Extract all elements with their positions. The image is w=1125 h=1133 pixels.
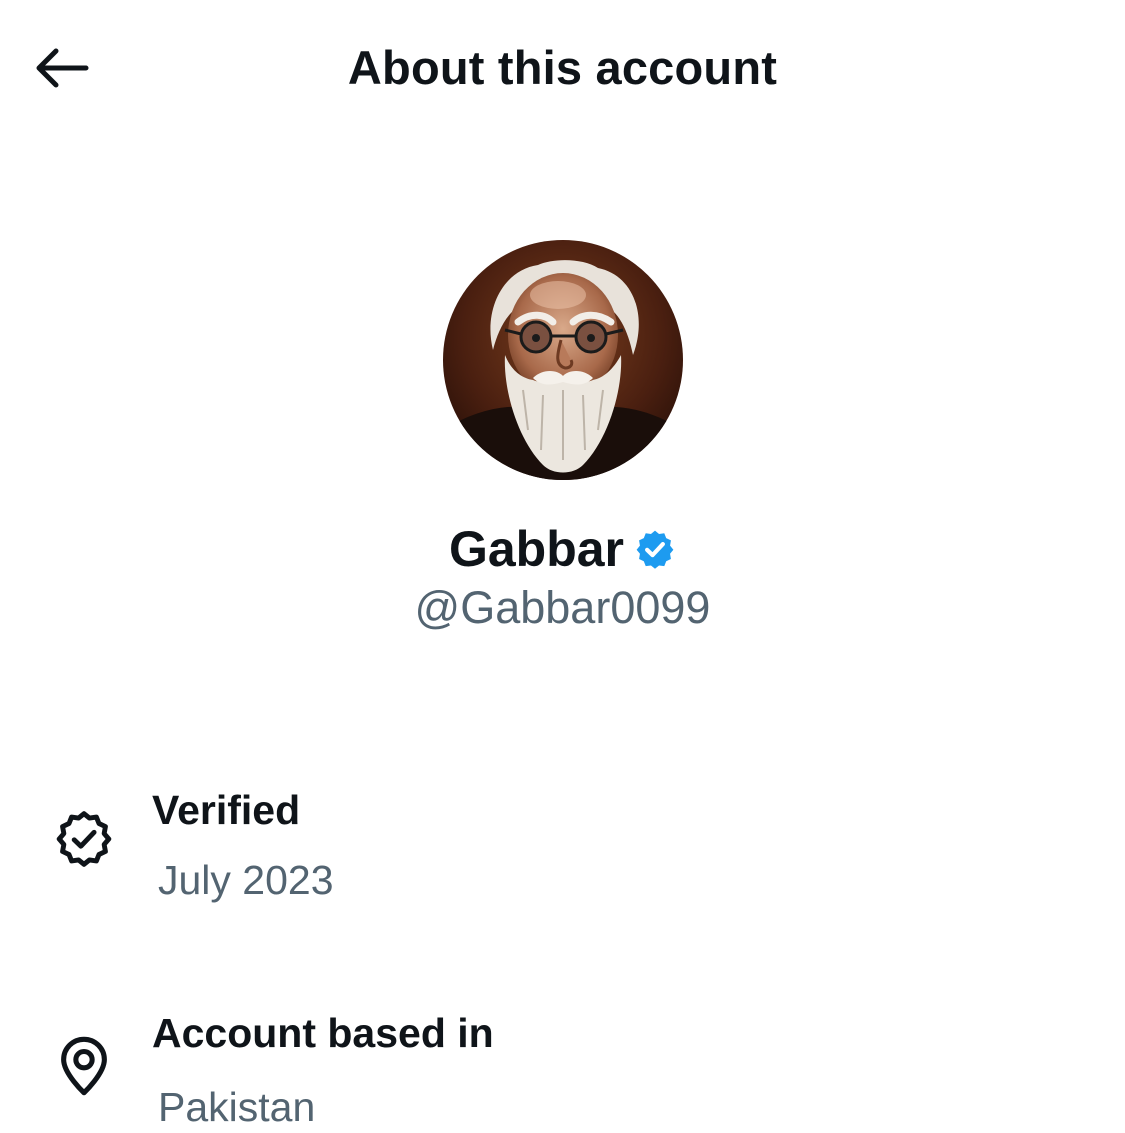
page-title: About this account bbox=[347, 41, 778, 94]
name-row: Gabbar bbox=[0, 517, 1125, 581]
verified-label: Verified bbox=[152, 787, 301, 833]
verified-info-row: Verified July 2023 bbox=[0, 780, 1125, 930]
location-pin-icon bbox=[50, 1032, 118, 1100]
avatar-image bbox=[443, 240, 683, 480]
avatar[interactable] bbox=[443, 240, 683, 480]
verified-value: July 2023 bbox=[158, 857, 334, 903]
top-bar: About this account bbox=[0, 0, 1125, 136]
location-value: Pakistan bbox=[158, 1084, 316, 1130]
username-handle: @Gabbar0099 bbox=[414, 582, 711, 633]
location-label: Account based in bbox=[152, 1010, 494, 1056]
verified-seal-icon bbox=[50, 805, 118, 873]
verified-badge-icon bbox=[634, 528, 676, 570]
location-info-row: Account based in Pakistan bbox=[0, 1005, 1125, 1132]
display-name: Gabbar bbox=[448, 521, 625, 577]
